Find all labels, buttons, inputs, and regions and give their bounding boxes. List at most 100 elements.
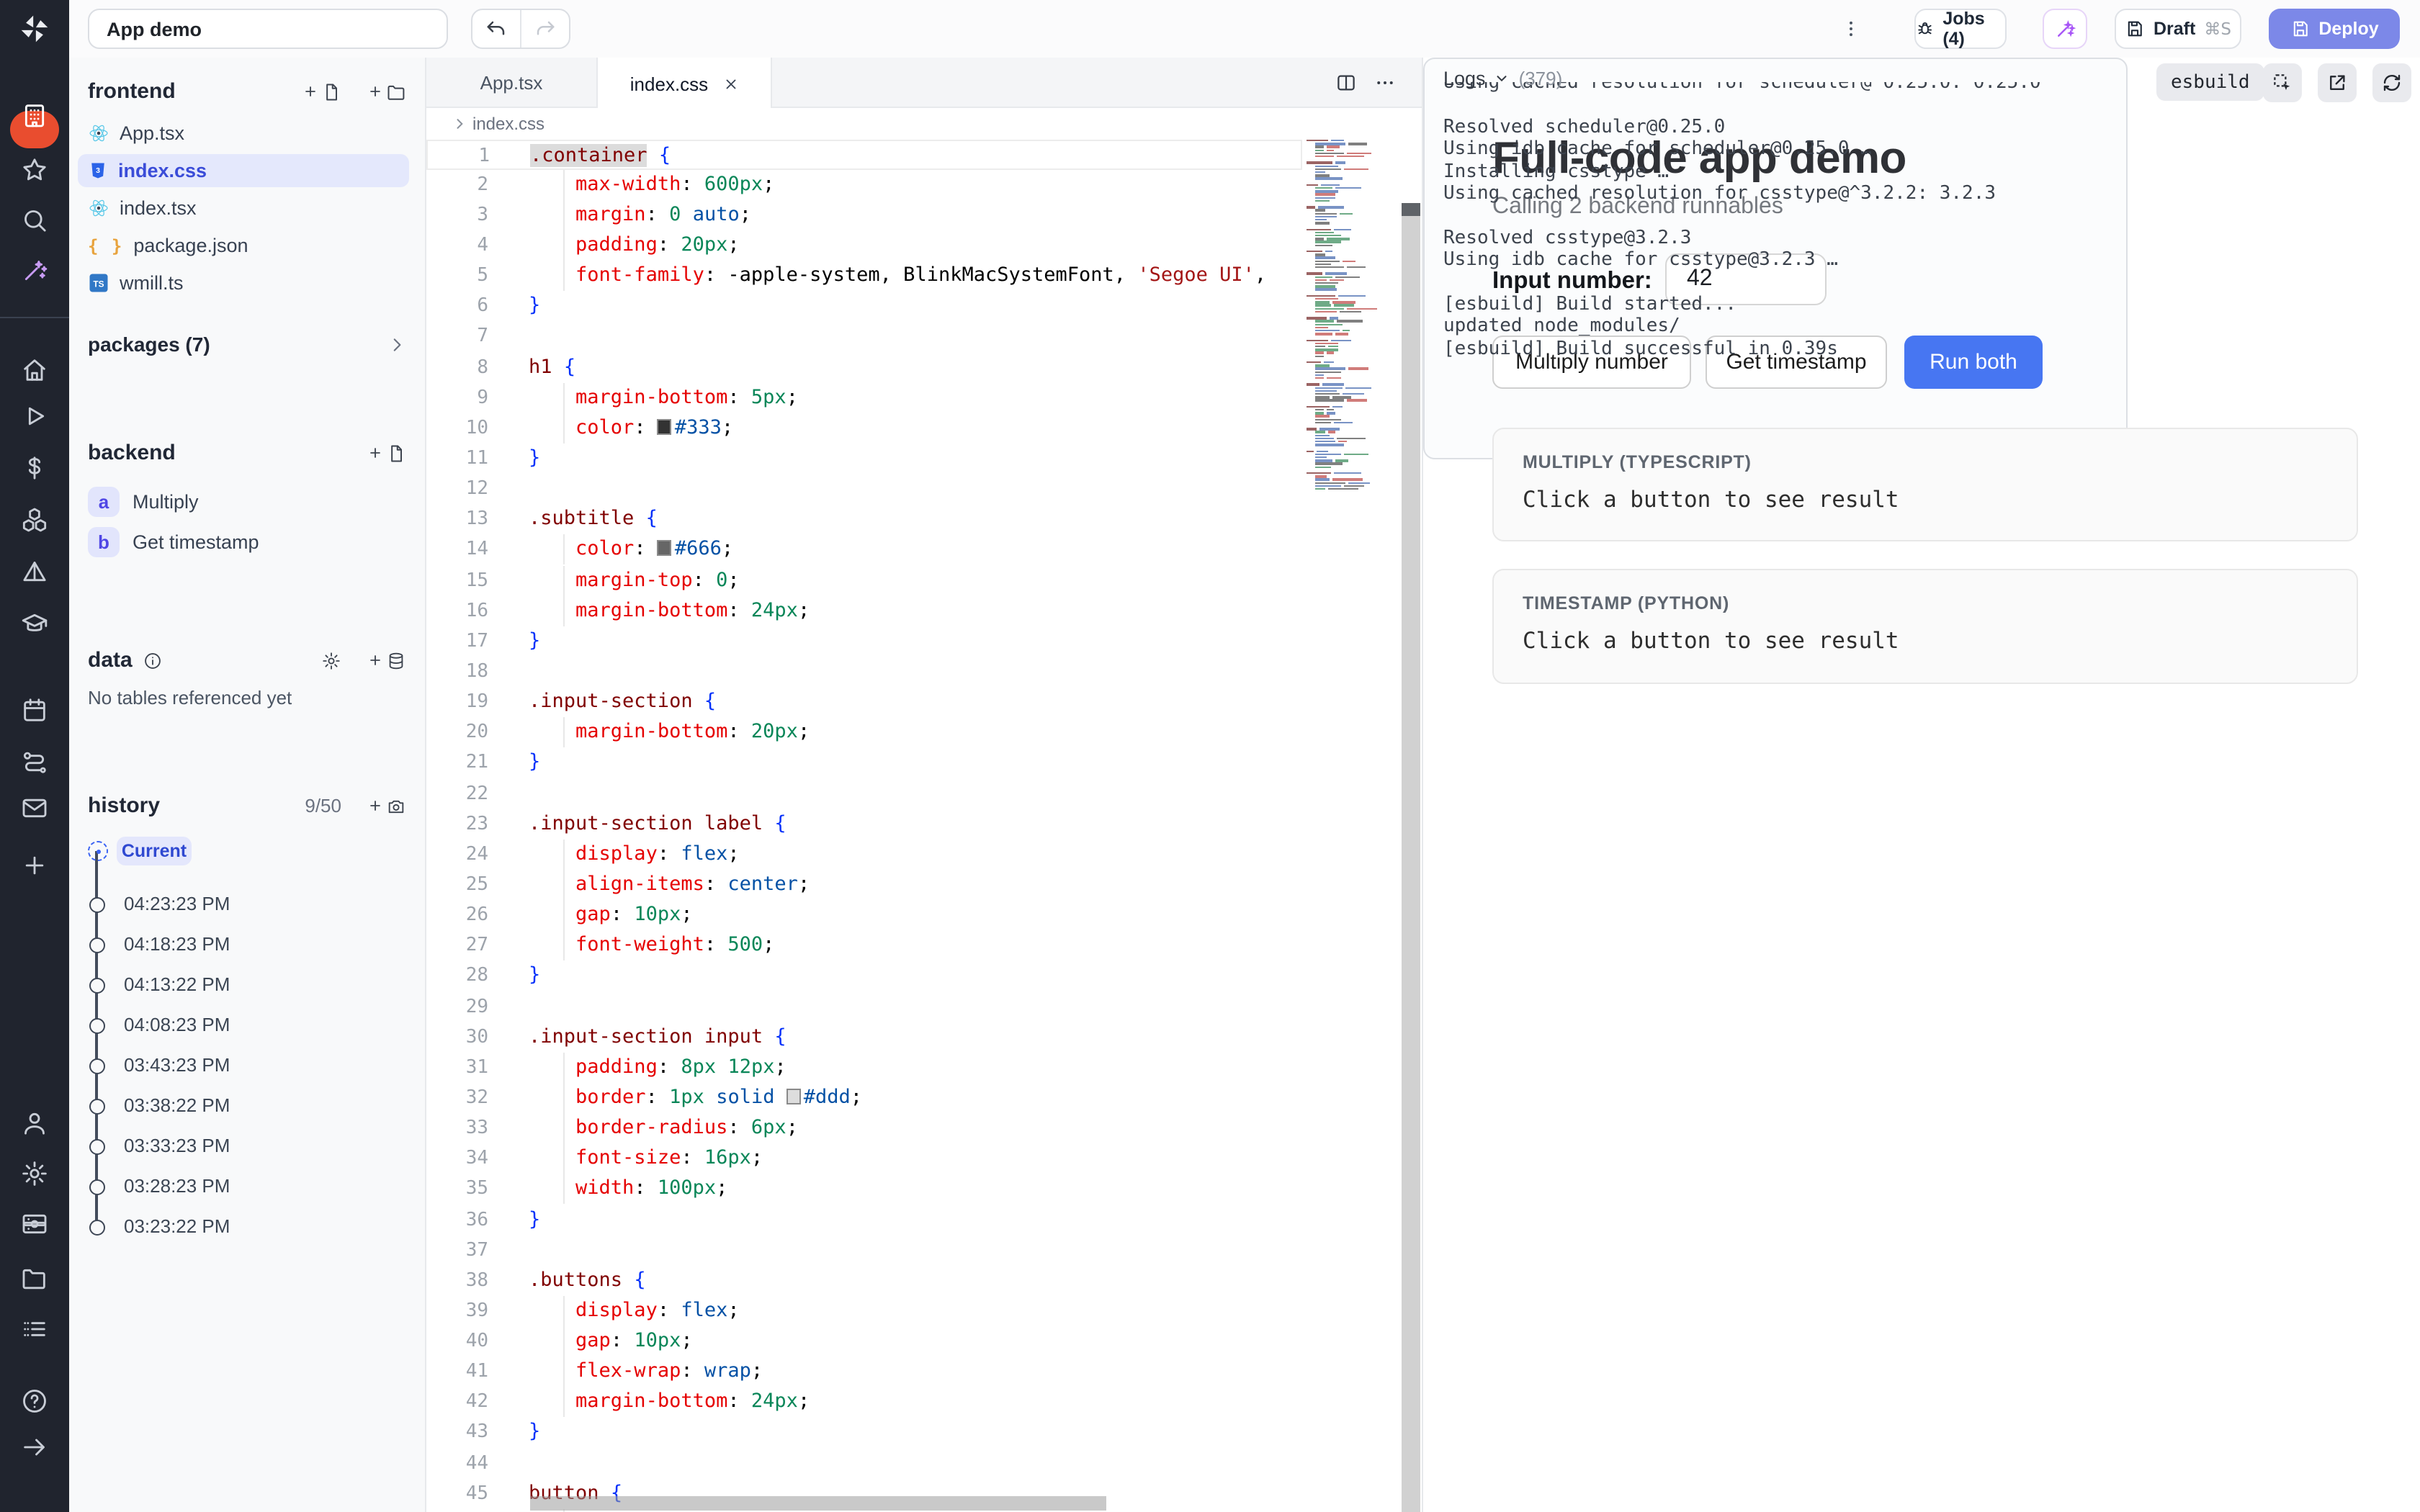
line-number: 5 bbox=[426, 261, 488, 291]
breadcrumb[interactable]: index.css bbox=[426, 108, 1422, 138]
redo-button[interactable] bbox=[521, 10, 569, 48]
sidebar-item-dollar[interactable] bbox=[20, 454, 49, 482]
sidebar-item-graduation-cap[interactable] bbox=[20, 609, 49, 638]
minimap-line bbox=[1315, 377, 1341, 379]
line-number: 16 bbox=[426, 595, 488, 626]
file-item-App.tsx[interactable]: App.tsx bbox=[78, 117, 409, 150]
ai-wand-button[interactable] bbox=[2043, 9, 2087, 49]
line-number: 37 bbox=[426, 1235, 488, 1265]
history-entry[interactable]: 04:08:23 PM bbox=[124, 1014, 230, 1035]
sidebar-item-calendar[interactable] bbox=[20, 696, 49, 724]
code-line-34: 34 font-size: 16px; bbox=[426, 1143, 1302, 1174]
add-folder-button[interactable] bbox=[367, 81, 406, 102]
sidebar-item-home[interactable] bbox=[20, 356, 49, 384]
sidebar-item-folder[interactable] bbox=[20, 1264, 49, 1293]
minimap-line bbox=[1315, 219, 1327, 221]
minimap[interactable] bbox=[1302, 140, 1402, 1511]
sidebar-item-list[interactable] bbox=[20, 1315, 49, 1344]
sidebar-item-route[interactable] bbox=[20, 747, 49, 776]
sidebar-item-building[interactable] bbox=[20, 101, 49, 130]
history-entry-dot[interactable] bbox=[89, 1098, 105, 1114]
runnable-get-timestamp[interactable]: b Get timestamp bbox=[88, 527, 259, 557]
history-entry[interactable]: 03:23:22 PM bbox=[124, 1215, 230, 1237]
sidebar-item-play[interactable] bbox=[20, 402, 49, 431]
history-entry[interactable]: 04:23:23 PM bbox=[124, 893, 230, 914]
magic-wand-icon bbox=[2054, 18, 2076, 40]
sidebar-item-person[interactable] bbox=[20, 1109, 49, 1138]
history-entry[interactable]: 03:43:23 PM bbox=[124, 1054, 230, 1076]
chevron-down-icon bbox=[1494, 71, 1510, 86]
add-file-button[interactable] bbox=[302, 81, 341, 102]
history-entry-dot[interactable] bbox=[89, 1138, 105, 1154]
history-entry-dot[interactable] bbox=[89, 1179, 105, 1194]
minimap-line bbox=[1315, 488, 1358, 490]
split-view-icon[interactable] bbox=[1335, 72, 1357, 94]
history-current-dot[interactable] bbox=[88, 841, 108, 861]
history-entry[interactable]: 03:33:23 PM bbox=[124, 1135, 230, 1156]
minimap-line bbox=[1315, 253, 1325, 256]
line-number: 34 bbox=[426, 1143, 488, 1174]
file-item-package.json[interactable]: { }package.json bbox=[78, 229, 409, 262]
sidebar-item-plus[interactable] bbox=[20, 851, 49, 880]
code-content[interactable]: 1.container {2 max-width: 600px;3 margin… bbox=[426, 138, 1422, 1512]
horizontal-scrollbar[interactable] bbox=[530, 1496, 1106, 1511]
logs-header[interactable]: Logs (379) bbox=[1443, 68, 1562, 89]
history-entry-dot[interactable] bbox=[89, 977, 105, 993]
sidebar-item-mail[interactable] bbox=[20, 793, 49, 822]
history-current-badge[interactable]: Current bbox=[117, 837, 192, 865]
indent-guide bbox=[563, 1387, 565, 1418]
close-icon[interactable] bbox=[722, 76, 738, 91]
sidebar-item-prism[interactable] bbox=[20, 557, 49, 586]
windmill-logo[interactable] bbox=[0, 0, 69, 58]
sidebar-item-search[interactable] bbox=[20, 206, 49, 235]
sidebar-item-gear[interactable] bbox=[20, 1159, 49, 1188]
snapshot-button[interactable] bbox=[367, 796, 406, 816]
add-runnable-button[interactable] bbox=[367, 443, 406, 463]
minimap-line bbox=[1315, 456, 1327, 459]
history-entry-dot[interactable] bbox=[89, 937, 105, 953]
code-line-26: 26 gap: 10px; bbox=[426, 900, 1302, 930]
sidebar-item-help[interactable] bbox=[20, 1387, 49, 1416]
history-entry-dot[interactable] bbox=[89, 1017, 105, 1033]
data-settings-button[interactable] bbox=[321, 650, 341, 670]
minimap-line bbox=[1315, 400, 1366, 402]
app-title-input[interactable]: App demo bbox=[88, 9, 448, 49]
file-item-wmill.ts[interactable]: TSwmill.ts bbox=[78, 266, 409, 300]
breadcrumb-file: index.css bbox=[472, 113, 544, 133]
history-entry[interactable]: 03:38:22 PM bbox=[124, 1094, 230, 1116]
history-entry-dot[interactable] bbox=[89, 1219, 105, 1235]
tab-index.css[interactable]: index.css bbox=[598, 58, 772, 109]
deploy-button[interactable]: Deploy bbox=[2269, 9, 2400, 49]
file-item-index.css[interactable]: 3index.css bbox=[78, 154, 409, 187]
code-text: border-radius: 6px; bbox=[529, 1113, 798, 1143]
sidebar-item-cubes[interactable] bbox=[20, 505, 49, 534]
sidebar-item-arrow-right[interactable] bbox=[20, 1433, 49, 1462]
minimap-line bbox=[1315, 352, 1333, 354]
tab-App.tsx[interactable]: App.tsx bbox=[426, 58, 598, 108]
runnable-multiply[interactable]: a Multiply bbox=[88, 487, 199, 517]
undo-button[interactable] bbox=[472, 10, 521, 48]
minimap-line bbox=[1307, 384, 1345, 386]
indent-guide bbox=[563, 840, 565, 870]
sidebar-item-wand[interactable] bbox=[20, 256, 49, 285]
add-table-button[interactable] bbox=[367, 650, 406, 670]
history-entry[interactable]: 03:28:23 PM bbox=[124, 1175, 230, 1197]
sidebar-item-worker[interactable] bbox=[20, 1210, 49, 1238]
sidebar-item-star[interactable] bbox=[20, 156, 49, 184]
more-options-button[interactable] bbox=[1839, 9, 1863, 49]
editor-more-icon[interactable] bbox=[1374, 72, 1396, 94]
history-entry-dot[interactable] bbox=[89, 896, 105, 912]
history-entry[interactable]: 04:18:23 PM bbox=[124, 933, 230, 955]
logs-panel[interactable]: Logs (379) Using cached resolution for s… bbox=[1423, 58, 2128, 459]
history-entry[interactable]: 04:13:22 PM bbox=[124, 973, 230, 995]
rail-divider bbox=[0, 317, 69, 318]
history-entry-dot[interactable] bbox=[89, 1058, 105, 1074]
jobs-button[interactable]: Jobs (4) bbox=[1914, 9, 2007, 49]
code-line-9: 9 margin-bottom: 5px; bbox=[426, 382, 1302, 413]
star-icon bbox=[20, 156, 49, 184]
draft-save-button[interactable]: Draft ⌘S bbox=[2115, 9, 2241, 49]
packages-row[interactable]: packages (7) bbox=[88, 333, 406, 356]
vertical-scrollbar[interactable] bbox=[1402, 203, 1420, 1512]
minimap-line bbox=[1307, 450, 1329, 452]
file-item-index.tsx[interactable]: index.tsx bbox=[78, 192, 409, 225]
